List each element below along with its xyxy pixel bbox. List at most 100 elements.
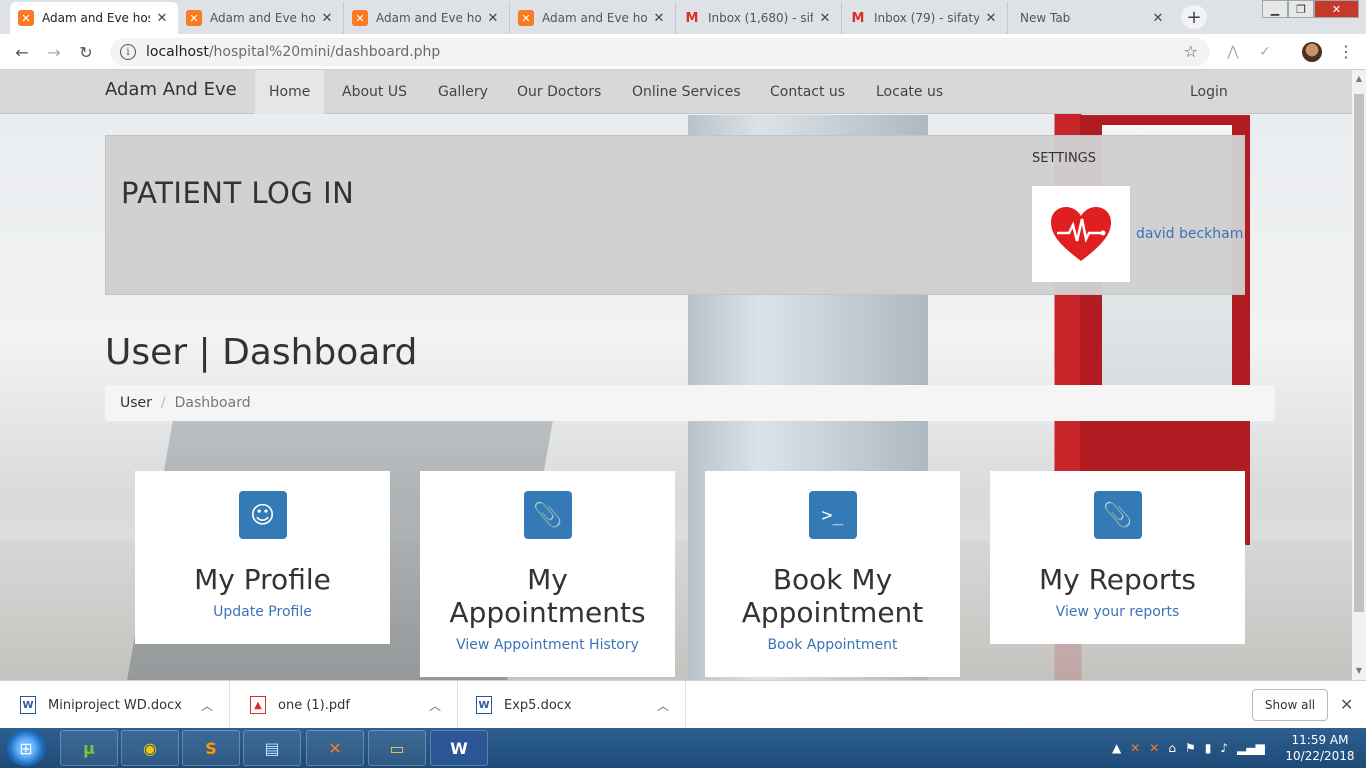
xampp-icon: ✕ (518, 10, 534, 26)
signal-icon[interactable]: ▂▄▆ (1237, 741, 1265, 755)
gmail-icon: M (851, 10, 865, 26)
chevron-up-icon[interactable]: ︿ (429, 697, 441, 714)
nav-about[interactable]: About US (328, 70, 421, 114)
tab-close-icon[interactable]: ✕ (983, 11, 999, 26)
network-icon[interactable]: ⌂ (1168, 741, 1176, 755)
browser-tab-7[interactable]: New Tab ✕ (1008, 2, 1174, 34)
nav-contact[interactable]: Contact us (756, 70, 859, 114)
browser-tab-3[interactable]: ✕ Adam and Eve hosp ✕ (344, 2, 510, 34)
header-panel: PATIENT LOG IN SETTINGS david beckham (105, 135, 1245, 295)
breadcrumb: User / Dashboard (105, 385, 1275, 421)
download-shelf: W Miniproject WD.docx ︿ ▲ one (1).pdf ︿ … (0, 680, 1366, 729)
bookmark-star-icon[interactable]: ☆ (1184, 42, 1198, 61)
word-icon[interactable]: W (430, 730, 488, 766)
tab-close-icon[interactable]: ✕ (485, 11, 501, 26)
extension-check-icon[interactable]: ✓ (1256, 44, 1274, 60)
paperclip-icon: 📎 (523, 491, 572, 539)
profile-avatar[interactable] (1302, 42, 1322, 62)
download-item[interactable]: W Miniproject WD.docx ︿ (0, 681, 230, 729)
sublime-text-icon[interactable]: S (182, 730, 240, 766)
info-icon[interactable]: i (120, 44, 136, 60)
download-filename: Exp5.docx (504, 697, 572, 713)
card-my-profile: ☺ My Profile Update Profile (135, 471, 390, 644)
tab-strip: ✕ Adam and Eve hosp ✕ ✕ Adam and Eve hos… (0, 0, 1366, 34)
breadcrumb-user[interactable]: User (120, 395, 152, 411)
battery-icon[interactable]: ▮ (1205, 741, 1212, 755)
page-title: PATIENT LOG IN (121, 176, 355, 210)
chrome-icon[interactable]: ◉ (121, 730, 179, 766)
xampp-icon: ✕ (186, 10, 202, 26)
address-bar[interactable]: i localhost/hospital%20mini/dashboard.ph… (110, 38, 1210, 66)
breadcrumb-dashboard: Dashboard (174, 395, 251, 411)
download-filename: one (1).pdf (278, 697, 350, 713)
notepad-icon[interactable]: ▤ (243, 730, 301, 766)
extension-icon[interactable]: ⋀ (1224, 44, 1242, 60)
nav-login[interactable]: Login (1176, 70, 1242, 114)
pdf-icon: ▲ (250, 696, 266, 714)
back-icon[interactable]: ← (11, 41, 33, 63)
update-profile-link[interactable]: Update Profile (135, 604, 390, 644)
show-all-button[interactable]: Show all (1252, 689, 1328, 721)
scroll-down-icon[interactable]: ▼ (1352, 664, 1366, 678)
tab-close-icon[interactable]: ✕ (651, 11, 667, 26)
tab-close-icon[interactable]: ✕ (154, 11, 170, 26)
settings-label[interactable]: SETTINGS (1032, 151, 1096, 166)
card-my-appointments: 📎 My Appointments View Appointment Histo… (420, 471, 675, 677)
xampp-tray-icon[interactable]: ✕ (1149, 741, 1159, 755)
scroll-up-icon[interactable]: ▲ (1352, 72, 1366, 86)
browser-tab-2[interactable]: ✕ Adam and Eve hosp ✕ (178, 2, 344, 34)
smiley-icon: ☺ (238, 491, 287, 539)
download-item[interactable]: W Exp5.docx ︿ (458, 681, 686, 729)
chevron-up-icon[interactable]: ︿ (201, 697, 213, 714)
tray-expand-icon[interactable]: ▲ (1112, 741, 1121, 755)
tab-close-icon[interactable]: ✕ (817, 11, 833, 26)
nav-locate[interactable]: Locate us (862, 70, 957, 114)
nav-online-services[interactable]: Online Services (618, 70, 755, 114)
username-link[interactable]: david beckham (1136, 226, 1243, 242)
site-brand[interactable]: Adam And Eve (105, 79, 237, 100)
utorrent-icon[interactable]: µ (60, 730, 118, 766)
site-navbar: Adam And Eve Home About US Gallery Our D… (0, 70, 1352, 114)
nav-doctors[interactable]: Our Doctors (503, 70, 615, 114)
nav-home[interactable]: Home (255, 70, 325, 114)
start-button[interactable]: ⊞ (6, 730, 46, 766)
taskbar: ⊞ µ ◉ S ▤ ✕ ▭ W ▲ ✕ ✕ ⌂ ⚑ ▮ ♪ ▂▄▆ 11:59 … (0, 728, 1366, 768)
appointment-history-link[interactable]: View Appointment History (420, 637, 675, 677)
scrollbar-thumb[interactable] (1354, 94, 1364, 612)
menu-icon[interactable]: ⋮ (1338, 42, 1354, 61)
close-icon[interactable]: ✕ (1340, 695, 1353, 714)
browser-tab-6[interactable]: M Inbox (79) - sifatyk ✕ (842, 2, 1008, 34)
browser-tab-5[interactable]: M Inbox (1,680) - siffu ✕ (676, 2, 842, 34)
tab-close-icon[interactable]: ✕ (319, 11, 335, 26)
word-doc-icon: W (476, 696, 492, 714)
book-appointment-link[interactable]: Book Appointment (705, 637, 960, 677)
tab-close-icon[interactable]: ✕ (1150, 11, 1166, 26)
xampp-icon[interactable]: ✕ (306, 730, 364, 766)
xampp-tray-icon[interactable]: ✕ (1130, 741, 1140, 755)
restore-icon[interactable]: ❐ (1288, 0, 1314, 18)
window-close-icon[interactable]: ✕ (1314, 0, 1359, 18)
tab-title: Adam and Eve hosp (376, 11, 481, 25)
tab-title: Adam and Eve hosp (210, 11, 315, 25)
tab-title: Inbox (79) - sifatyk (874, 11, 979, 25)
flag-icon[interactable]: ⚑ (1185, 741, 1196, 755)
card-title: My Profile (194, 563, 331, 596)
card-title: My Appointments (449, 563, 646, 629)
new-tab-button[interactable]: + (1181, 5, 1207, 29)
volume-icon[interactable]: ♪ (1220, 741, 1228, 755)
view-reports-link[interactable]: View your reports (990, 604, 1245, 644)
nav-gallery[interactable]: Gallery (424, 70, 502, 114)
clock[interactable]: 11:59 AM 10/22/2018 (1280, 732, 1360, 764)
card-book-appointment: >_ Book My Appointment Book Appointment (705, 471, 960, 677)
file-explorer-icon[interactable]: ▭ (368, 730, 426, 766)
download-item[interactable]: ▲ one (1).pdf ︿ (230, 681, 458, 729)
browser-tab-4[interactable]: ✕ Adam and Eve hosp ✕ (510, 2, 676, 34)
minimize-icon[interactable]: ▁ (1262, 0, 1288, 18)
browser-tab-1[interactable]: ✕ Adam and Eve hosp ✕ (10, 2, 178, 34)
xampp-icon: ✕ (352, 10, 368, 26)
chevron-up-icon[interactable]: ︿ (657, 697, 669, 714)
page-scrollbar[interactable]: ▲ ▼ (1352, 70, 1366, 680)
reload-icon[interactable]: ↻ (75, 41, 97, 63)
forward-icon[interactable]: → (43, 41, 65, 63)
card-my-reports: 📎 My Reports View your reports (990, 471, 1245, 644)
